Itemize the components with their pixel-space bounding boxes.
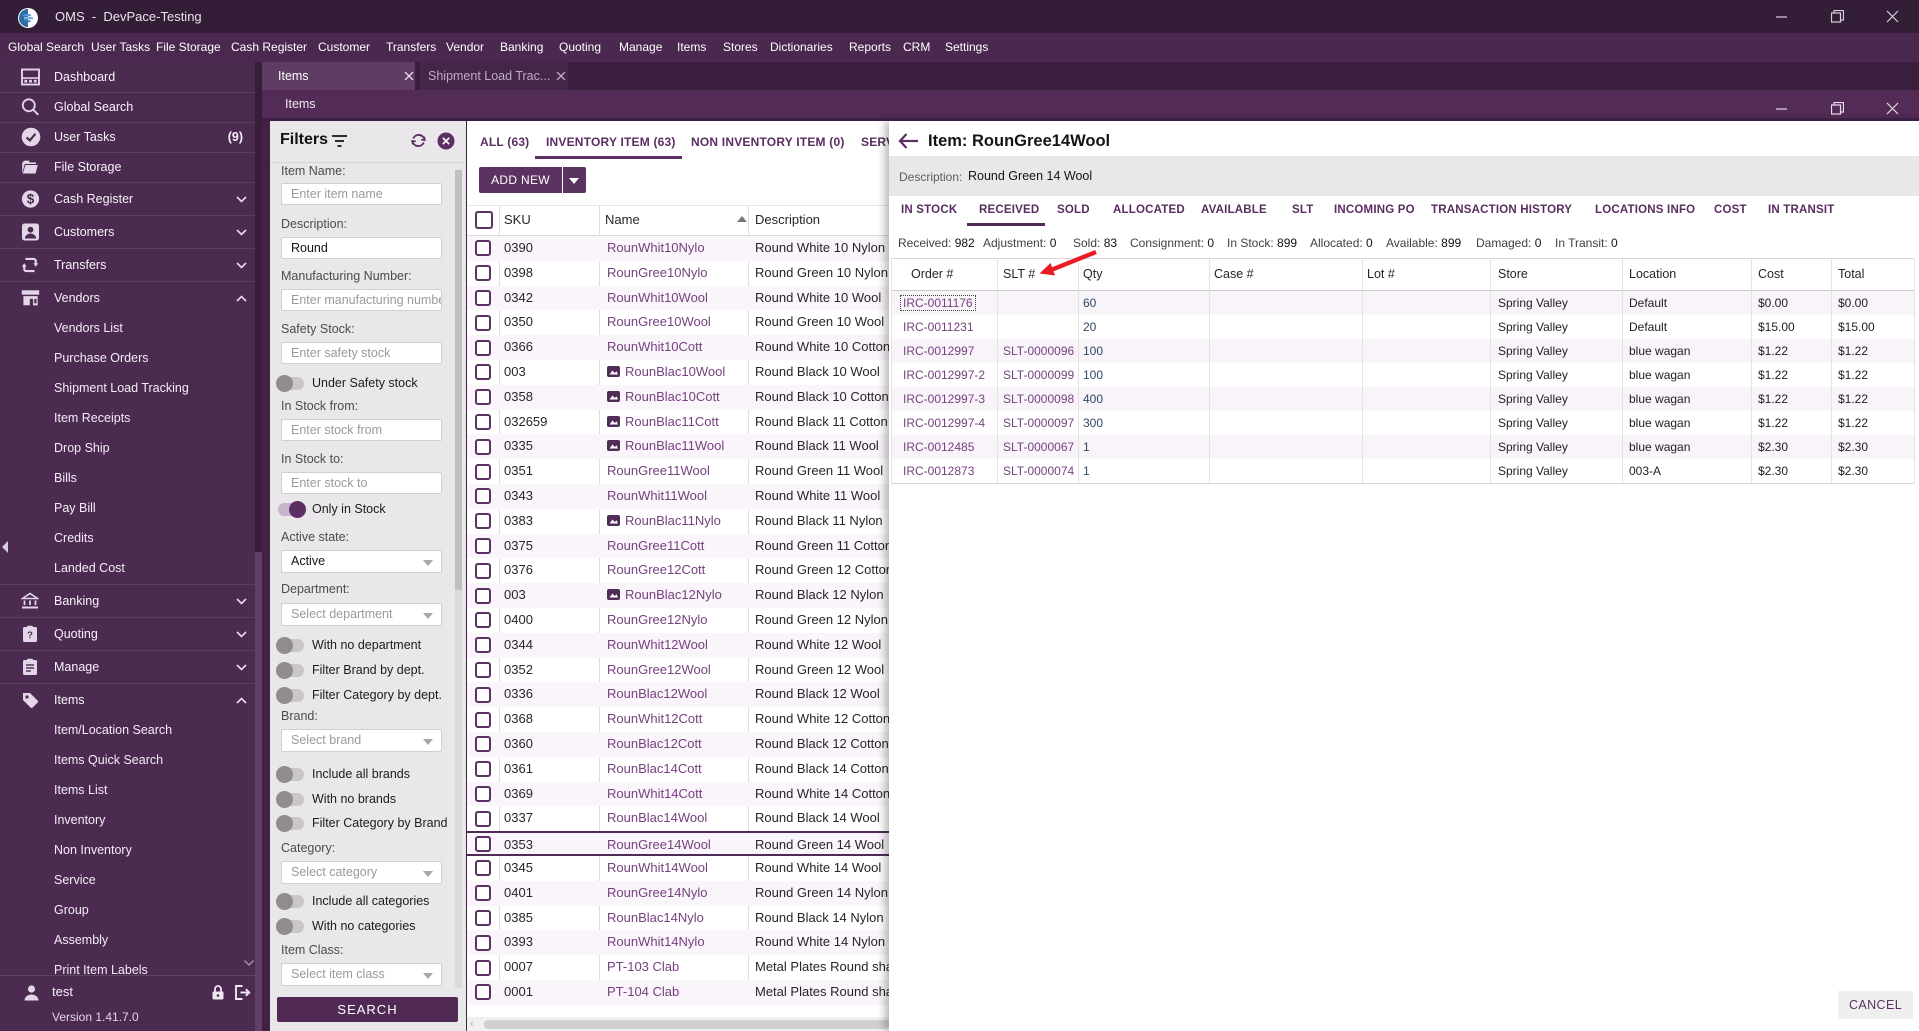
svg-text:?: ? bbox=[27, 630, 33, 641]
svg-text:$: $ bbox=[27, 191, 35, 206]
